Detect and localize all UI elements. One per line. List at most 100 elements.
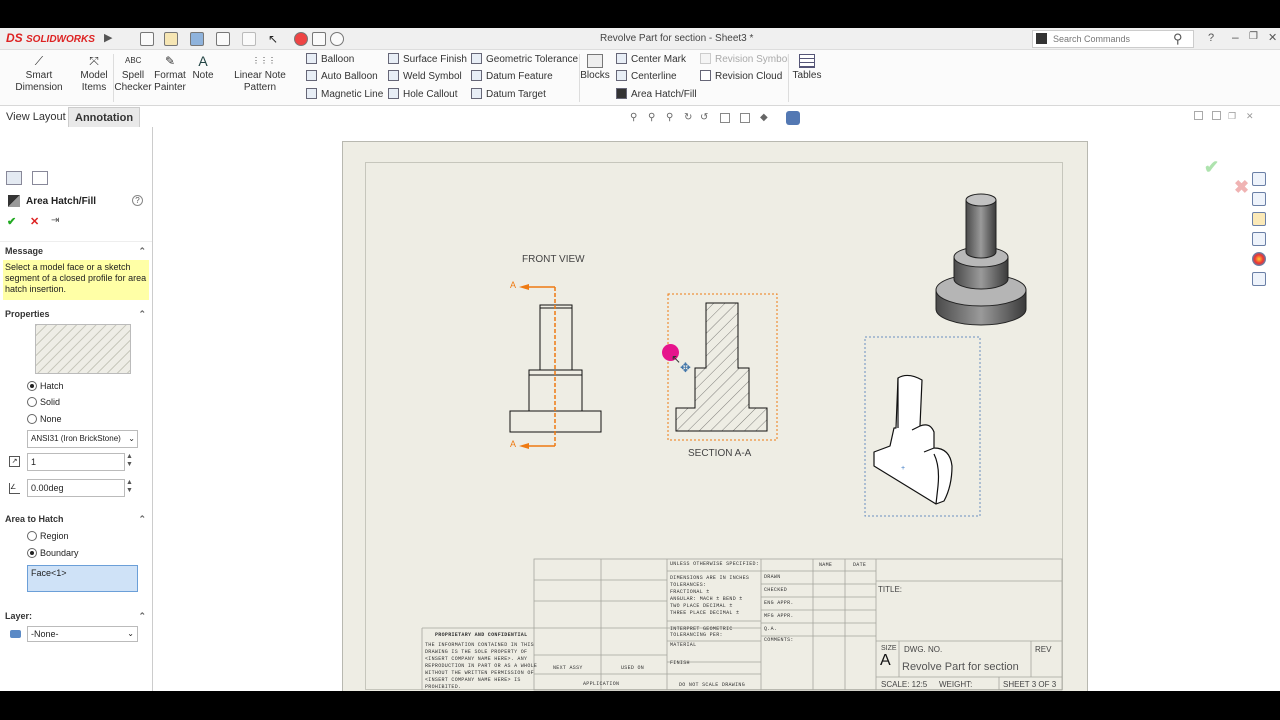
new-icon[interactable] — [140, 32, 154, 46]
tab-view-layout[interactable]: View Layout — [0, 107, 72, 127]
appearance-icon[interactable] — [786, 111, 800, 125]
layer-select[interactable]: -None- ⌄ — [27, 626, 138, 642]
smart-dimension-button[interactable]: ⟋ Smart Dimension — [4, 54, 74, 94]
minimize-icon[interactable]: – — [1232, 30, 1239, 44]
scale-field[interactable]: 1 — [27, 453, 125, 471]
save-icon[interactable] — [190, 32, 204, 46]
message-section-header[interactable]: Message ⌃ — [0, 241, 152, 259]
confirm-cancel-icon[interactable]: ✖ — [1234, 177, 1249, 198]
properties-section-header[interactable]: Properties ⌃ — [0, 305, 152, 323]
cancel-icon[interactable]: ✕ — [30, 215, 39, 228]
layer-header[interactable]: Layer: ⌃ — [0, 607, 152, 625]
collapse-icon[interactable]: ⌃ — [138, 607, 146, 625]
area-hatch-fill-button[interactable]: Area Hatch/Fill — [616, 87, 697, 103]
pushpin-icon[interactable]: ⇥ — [51, 215, 59, 226]
angle-spinner[interactable]: ▲ ▼ — [126, 479, 133, 495]
pm-tab-feature-icon[interactable] — [6, 171, 22, 185]
zoom-area-icon[interactable]: ⚲ — [648, 112, 655, 123]
region-radio[interactable]: Region — [27, 529, 69, 543]
blocks-button[interactable]: Blocks — [580, 54, 610, 82]
gfx-float-icon[interactable] — [1212, 111, 1221, 120]
expand-menu-icon[interactable]: ▶ — [104, 31, 118, 47]
graphics-area[interactable]: ⚲ ⚲ ⚲ ↻ ↺ ◆ ❐ ✕ ✔ ✖ 5 4 — [154, 107, 1280, 691]
none-radio[interactable]: None — [27, 412, 62, 426]
rotate-icon[interactable]: ↺ — [700, 112, 708, 123]
print-icon[interactable] — [216, 32, 230, 46]
layer-icon — [10, 630, 21, 638]
isometric-shaded-view[interactable] — [931, 187, 1031, 333]
center-mark-button[interactable]: Center Mark — [616, 52, 686, 68]
hide-show-icon[interactable] — [740, 113, 750, 123]
selection-item: Face<1> — [31, 568, 67, 578]
collapse-icon[interactable]: ⌃ — [138, 305, 146, 323]
datum-target-button[interactable]: Datum Target — [471, 87, 546, 103]
tb-sheet: SHEET 3 OF 3 — [1003, 680, 1057, 689]
note-button[interactable]: A Note — [190, 54, 216, 82]
weld-symbol-button[interactable]: Weld Symbol — [388, 69, 462, 85]
front-view[interactable] — [503, 280, 613, 456]
close-icon[interactable]: ✕ — [1268, 31, 1277, 44]
restore-icon[interactable]: ❐ — [1249, 31, 1258, 42]
datum-feature-button[interactable]: Datum Feature — [471, 69, 553, 85]
help-icon[interactable]: ? — [1208, 32, 1214, 44]
zoom-fit-icon[interactable]: ⚲ — [630, 112, 637, 123]
balloon-button[interactable]: Balloon — [306, 52, 354, 68]
gfx-tile-icon[interactable] — [1194, 111, 1203, 120]
design-library-icon[interactable] — [1252, 212, 1266, 226]
rebuild-icon[interactable] — [294, 32, 308, 46]
datum-feature-label: Datum Feature — [486, 71, 553, 82]
ok-icon[interactable]: ✔ — [7, 215, 16, 228]
file-props-icon[interactable] — [312, 32, 326, 46]
open-icon[interactable] — [164, 32, 178, 46]
display-style-icon[interactable] — [720, 113, 730, 123]
file-explorer-icon[interactable] — [1252, 232, 1266, 246]
tb-checked: CHECKED — [764, 587, 788, 593]
collapse-icon[interactable]: ⌃ — [138, 510, 146, 528]
surface-finish-button[interactable]: Surface Finish — [388, 52, 467, 68]
home-icon[interactable] — [1252, 172, 1266, 186]
angle-field[interactable]: 0.00deg — [27, 479, 125, 497]
area-to-hatch-header[interactable]: Area to Hatch ⌃ — [0, 510, 152, 528]
hole-callout-button[interactable]: Hole Callout — [388, 87, 457, 103]
select-icon[interactable]: ↖ — [268, 32, 282, 46]
solid-radio[interactable]: Solid — [27, 395, 60, 409]
tb-frac: FRACTIONAL ± — [670, 589, 710, 595]
format-painter-button[interactable]: ✎ Format Painter — [152, 54, 188, 94]
view-settings-icon[interactable]: ◆ — [760, 112, 768, 123]
tables-button[interactable]: Tables — [790, 54, 824, 82]
undo-icon[interactable] — [242, 32, 256, 46]
linear-note-pattern-button[interactable]: ⋮⋮⋮ Linear Note Pattern — [218, 54, 302, 94]
search-commands[interactable]: Search Commands ⚲ — [1032, 30, 1194, 48]
revision-cloud-button[interactable]: Revision Cloud — [700, 69, 782, 85]
resources-icon[interactable] — [1252, 192, 1266, 206]
boundary-radio[interactable]: Boundary — [27, 546, 79, 560]
auto-balloon-button[interactable]: Auto Balloon — [306, 69, 378, 85]
pm-tab-property-icon[interactable] — [32, 171, 48, 185]
drawing-sheet[interactable]: 5 4 3 2 1 FRONT VIEW A — [342, 141, 1088, 691]
model-items-button[interactable]: ⤧ Model Items — [78, 54, 110, 94]
search-input[interactable]: Search Commands — [1053, 34, 1130, 44]
appearances-icon[interactable] — [1252, 252, 1266, 266]
hatch-radio[interactable]: Hatch — [27, 379, 64, 393]
gfx-restore-icon[interactable]: ❐ — [1228, 111, 1236, 122]
isometric-section-view[interactable]: + — [864, 336, 982, 518]
confirm-ok-icon[interactable]: ✔ — [1204, 157, 1219, 178]
tab-annotation[interactable]: Annotation — [68, 107, 141, 127]
pm-help-icon[interactable]: ? — [132, 195, 143, 206]
spell-checker-button[interactable]: ABC Spell Checker — [114, 54, 152, 94]
custom-properties-icon[interactable] — [1252, 272, 1266, 286]
zoom-previous-icon[interactable]: ⚲ — [666, 112, 673, 123]
pattern-select[interactable]: ANSI31 (Iron BrickStone) ⌄ — [27, 430, 138, 448]
boundary-selection-box[interactable]: Face<1> — [27, 565, 138, 592]
pan-icon[interactable]: ↻ — [684, 112, 692, 123]
magnetic-line-button[interactable]: Magnetic Line — [306, 87, 383, 103]
centerline-button[interactable]: Centerline — [616, 69, 677, 85]
scale-spinner[interactable]: ▲ ▼ — [126, 453, 133, 469]
revision-symbol-button[interactable]: Revision Symbol — [700, 52, 789, 68]
revision-cloud-icon — [700, 70, 711, 81]
gfx-close-icon[interactable]: ✕ — [1246, 111, 1254, 122]
geometric-tolerance-button[interactable]: Geometric Tolerance — [471, 52, 578, 68]
search-icon[interactable]: ⚲ — [1173, 31, 1183, 47]
options-icon[interactable] — [330, 32, 344, 46]
collapse-icon[interactable]: ⌃ — [138, 242, 146, 260]
